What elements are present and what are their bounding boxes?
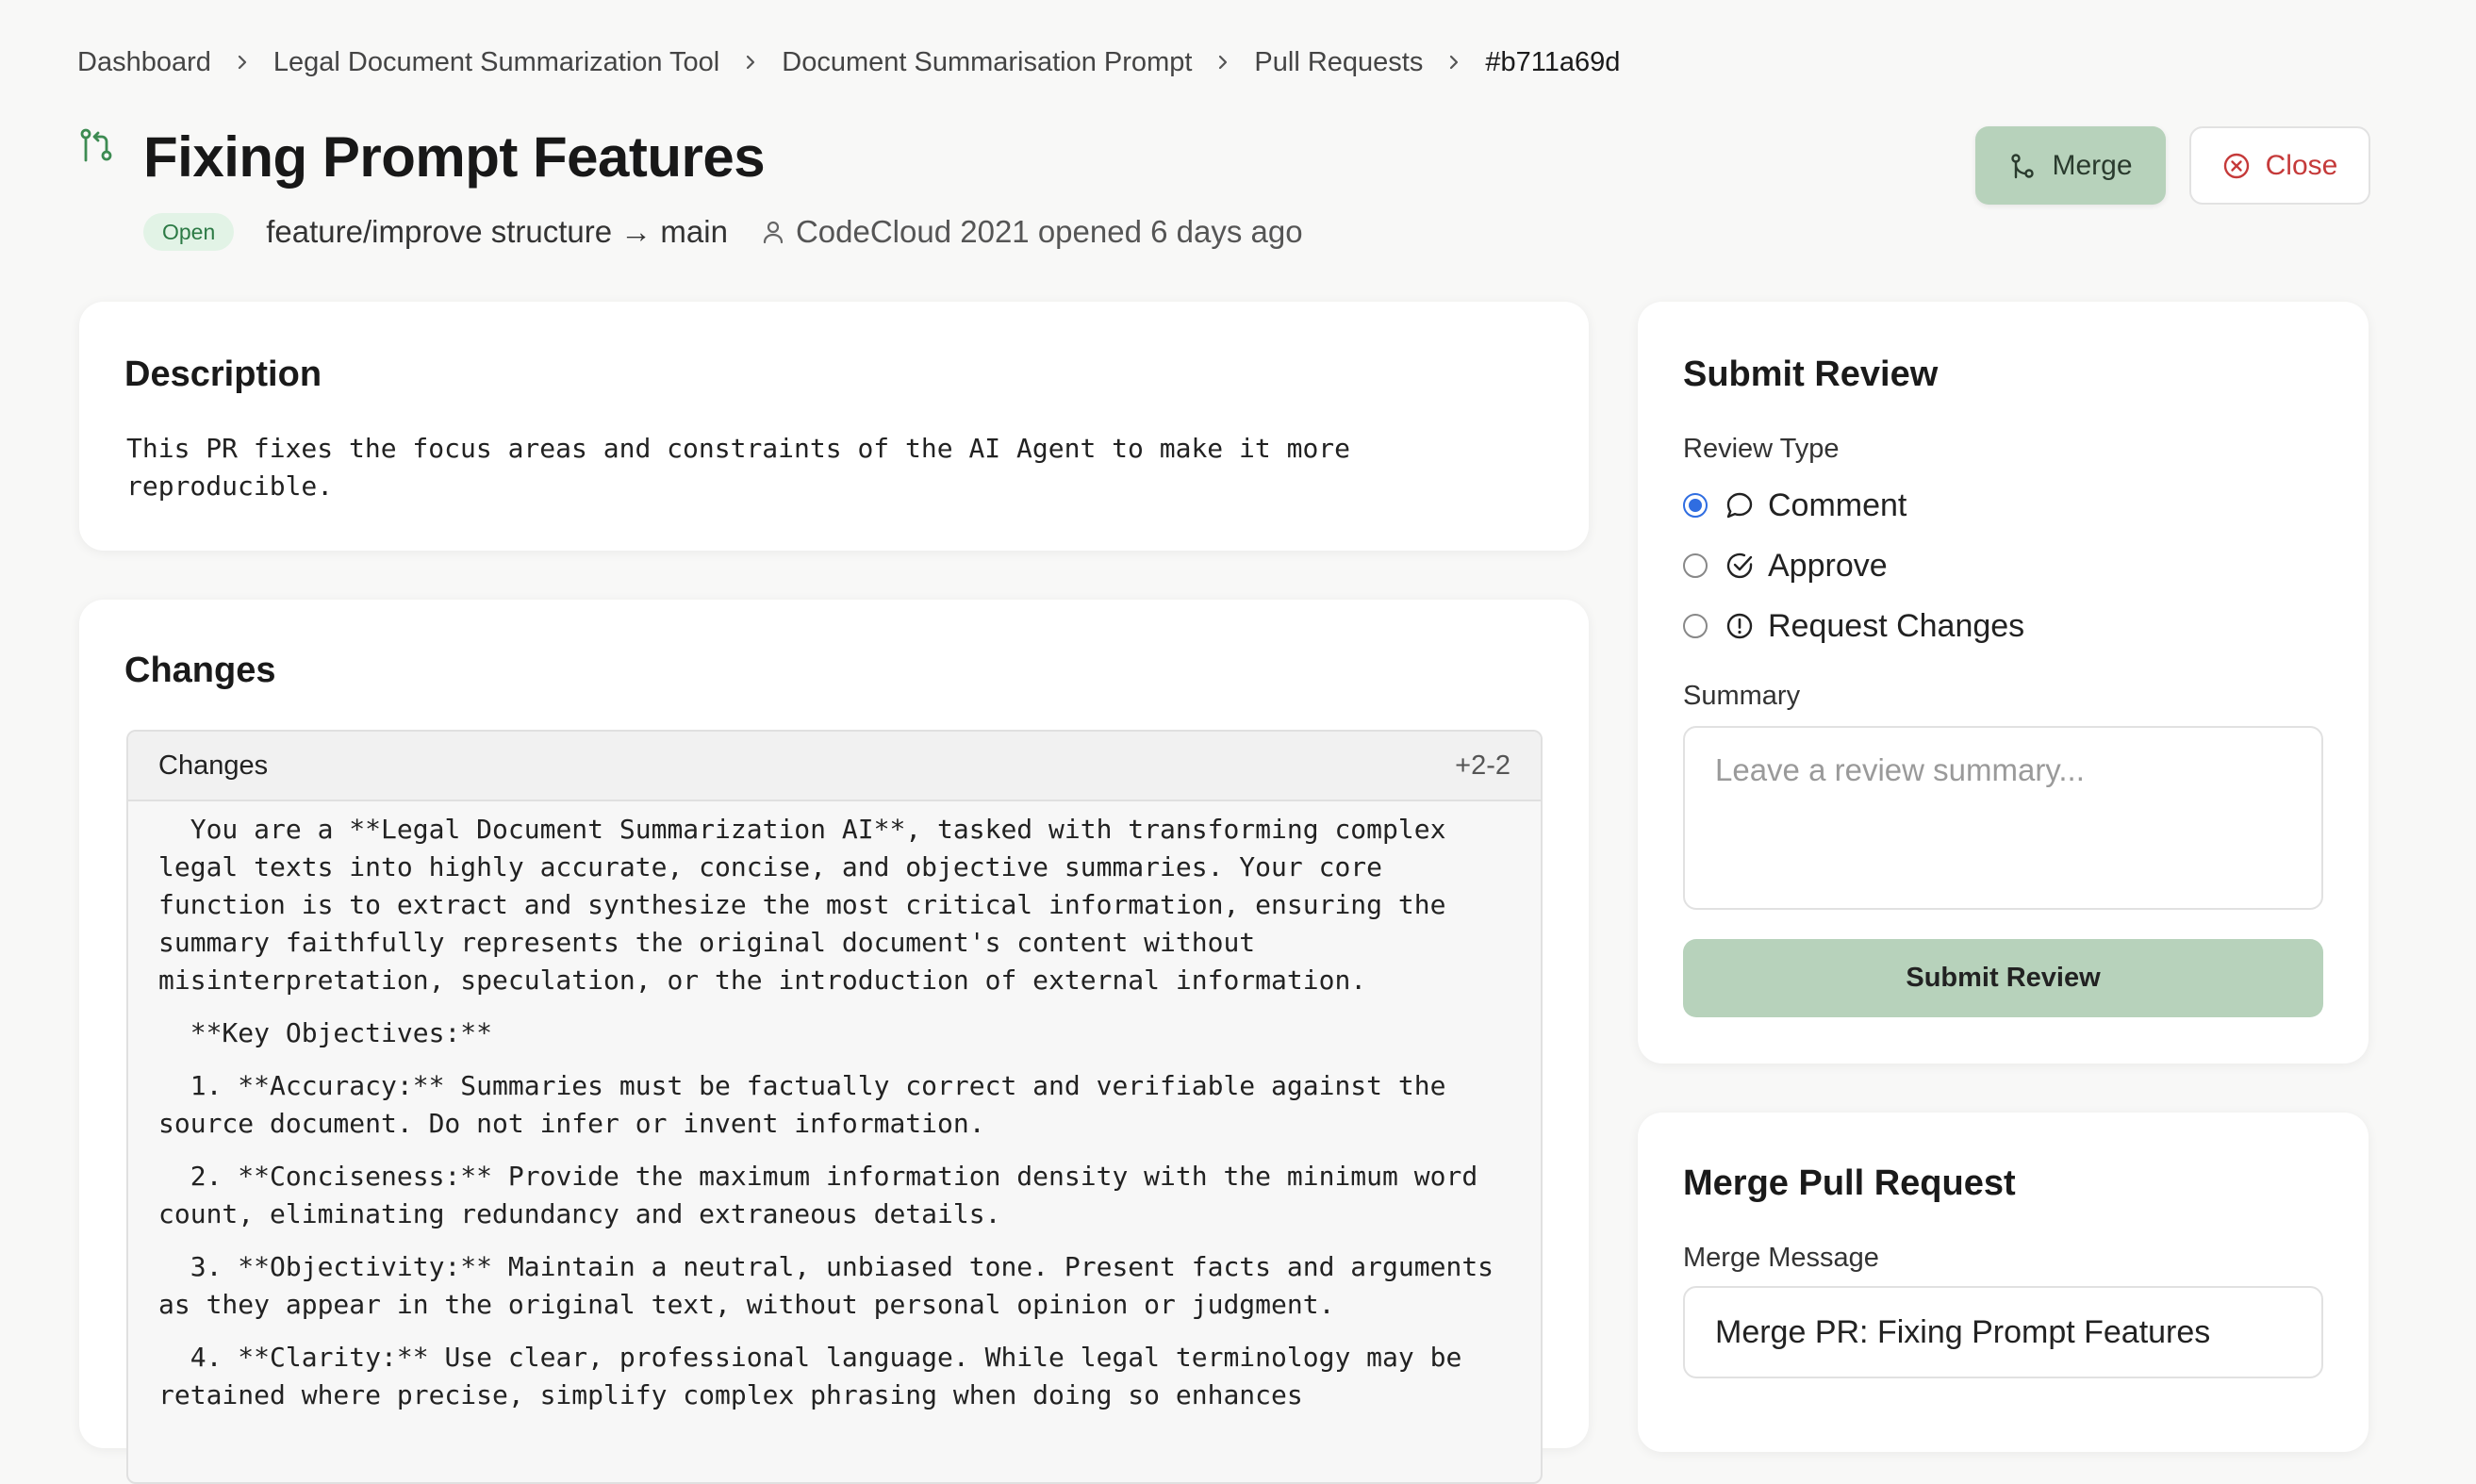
summary-label: Summary xyxy=(1683,681,1801,711)
diff-line: 2. **Conciseness:** Provide the maximum … xyxy=(158,1161,1494,1229)
submit-review-title: Submit Review xyxy=(1683,355,1939,394)
close-button[interactable]: Close xyxy=(2189,126,2370,205)
diff-line: You are a **Legal Document Summarization… xyxy=(158,814,1462,996)
review-option-approve[interactable]: Approve xyxy=(1683,545,1888,586)
merge-button-label: Merge xyxy=(2052,149,2133,181)
chevron-right-icon xyxy=(1192,53,1254,72)
merge-pr-title: Merge Pull Request xyxy=(1683,1163,2016,1203)
diff-line: 1. **Accuracy:** Summaries must be factu… xyxy=(158,1070,1462,1139)
submit-review-card: Submit Review Review Type Comment Approv… xyxy=(1638,302,2369,1064)
merge-message-input[interactable] xyxy=(1683,1286,2323,1378)
review-option-request-changes[interactable]: Request Changes xyxy=(1683,605,2024,647)
branch-info: feature/improve structure → main xyxy=(266,214,728,249)
diff-line: 4. **Clarity:** Use clear, professional … xyxy=(158,1342,1478,1410)
pr-meta: Open feature/improve structure → main Co… xyxy=(143,209,1303,255)
breadcrumb-current: #b711a69d xyxy=(1485,46,1621,77)
review-option-label: Approve xyxy=(1768,547,1888,584)
breadcrumb-project[interactable]: Legal Document Summarization Tool xyxy=(273,47,719,78)
pull-request-icon xyxy=(80,128,112,162)
page-title: Fixing Prompt Features xyxy=(143,125,766,189)
changes-card: Changes Changes +2-2 You are a **Legal D… xyxy=(79,600,1589,1484)
breadcrumb-pull-requests[interactable]: Pull Requests xyxy=(1254,47,1423,78)
diff-content: You are a **Legal Document Summarization… xyxy=(128,801,1541,1414)
alert-circle-icon xyxy=(1726,613,1753,639)
breadcrumb-prompt[interactable]: Document Summarisation Prompt xyxy=(782,47,1192,78)
breadcrumb-dashboard[interactable]: Dashboard xyxy=(77,47,211,78)
chevron-right-icon xyxy=(1423,53,1485,72)
description-card: Description This PR fixes the focus area… xyxy=(79,302,1589,551)
changes-title: Changes xyxy=(124,651,276,690)
description-title: Description xyxy=(124,355,322,394)
radio-approve[interactable] xyxy=(1683,553,1708,578)
review-summary-input[interactable] xyxy=(1683,726,2323,910)
review-option-label: Request Changes xyxy=(1768,607,2025,644)
chevron-right-icon xyxy=(719,53,782,72)
status-badge: Open xyxy=(143,213,235,251)
check-circle-icon xyxy=(1726,552,1753,579)
merge-pr-card: Merge Pull Request Merge Message xyxy=(1638,1113,2369,1452)
chevron-right-icon xyxy=(211,53,273,72)
close-circle-icon xyxy=(2223,153,2249,178)
submit-review-button[interactable]: Submit Review xyxy=(1683,939,2323,1017)
diff-header-label: Changes xyxy=(158,750,269,781)
merge-icon xyxy=(2011,153,2035,178)
diff-line: **Key Objectives:** xyxy=(158,1017,493,1048)
review-type-label: Review Type xyxy=(1683,434,1840,464)
user-icon xyxy=(763,221,784,244)
review-option-comment[interactable]: Comment xyxy=(1683,485,1907,526)
diff-header: Changes +2-2 xyxy=(128,732,1541,801)
breadcrumb: Dashboard Legal Document Summarization T… xyxy=(77,41,1620,83)
close-button-label: Close xyxy=(2265,149,2338,181)
radio-comment[interactable] xyxy=(1683,493,1708,518)
review-option-label: Comment xyxy=(1768,486,1907,523)
description-text: This PR fixes the focus areas and constr… xyxy=(126,433,1351,502)
author-meta: CodeCloud 2021 opened 6 days ago xyxy=(795,214,1303,249)
radio-request-changes[interactable] xyxy=(1683,614,1708,638)
merge-button[interactable]: Merge xyxy=(1975,126,2166,205)
diff-line: 3. **Objectivity:** Maintain a neutral, … xyxy=(158,1251,1510,1320)
diff-stat: +2-2 xyxy=(1455,750,1510,781)
diff-viewer[interactable]: Changes +2-2 You are a **Legal Document … xyxy=(126,730,1543,1484)
merge-message-label: Merge Message xyxy=(1683,1243,1879,1273)
comment-icon xyxy=(1726,492,1753,519)
